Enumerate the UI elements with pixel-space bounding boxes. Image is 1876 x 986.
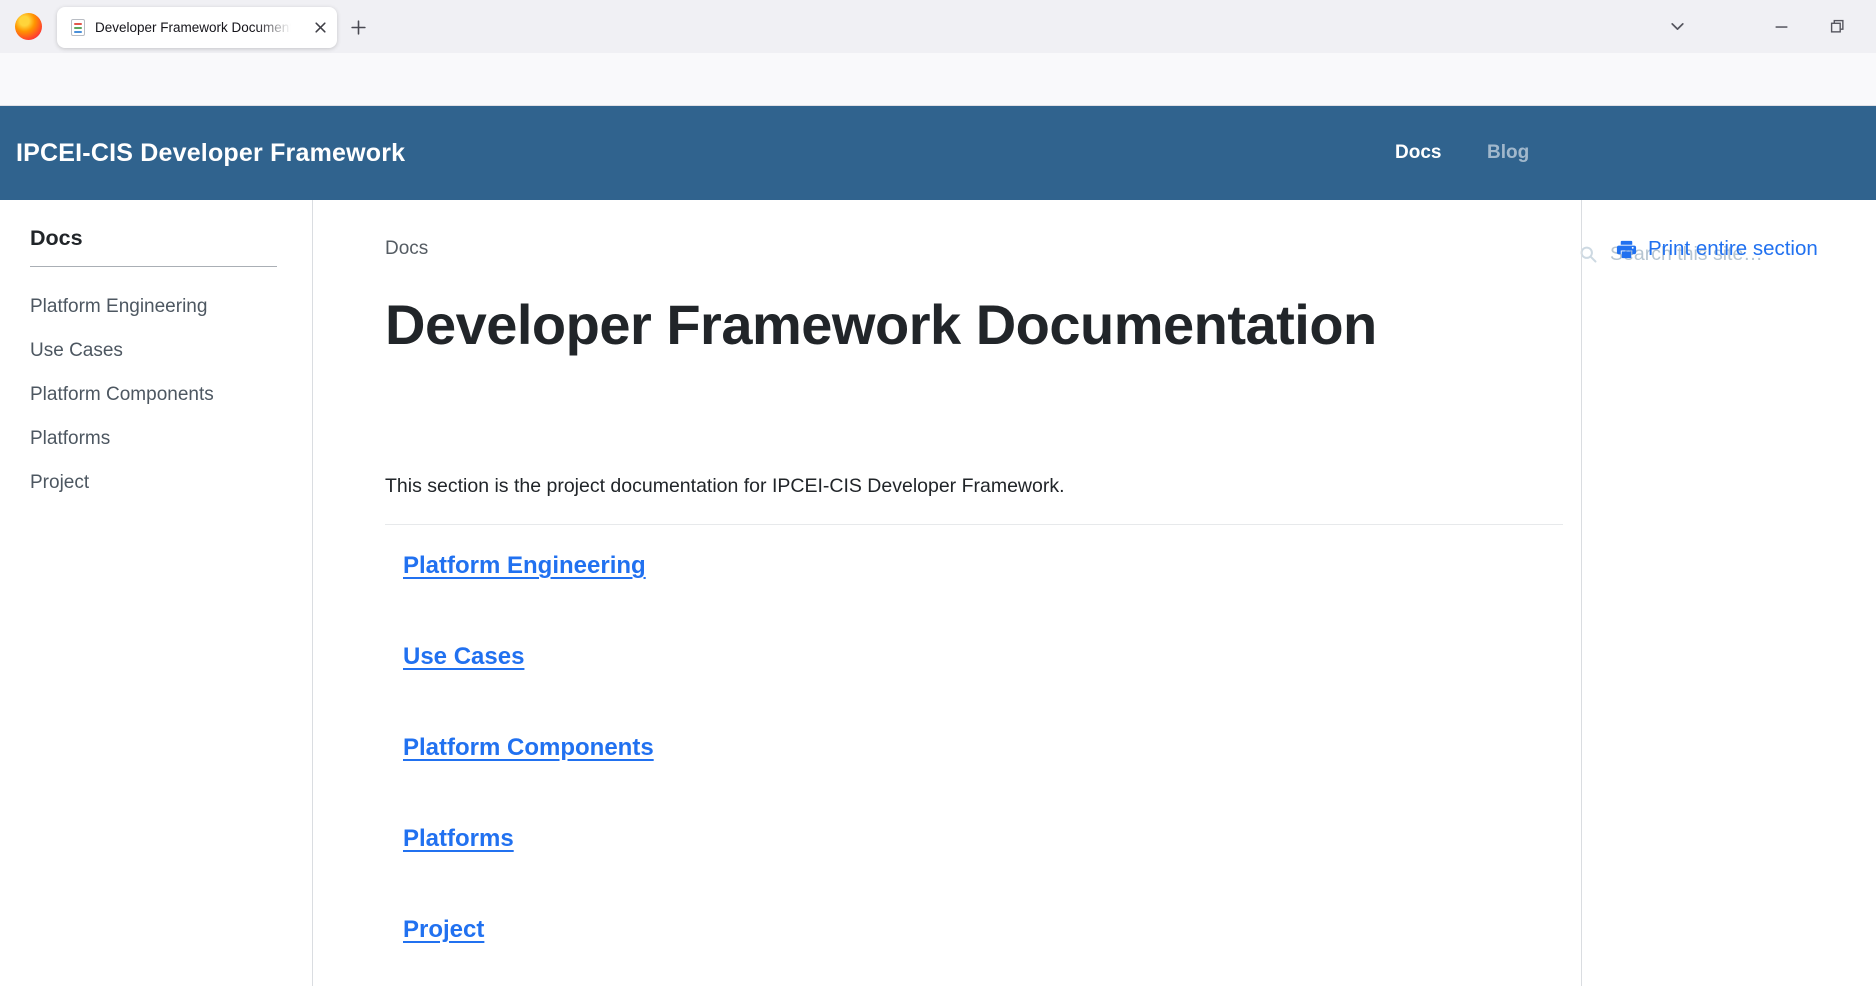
- firefox-logo-icon[interactable]: [15, 13, 42, 40]
- section-link-platform-engineering[interactable]: Platform Engineering: [403, 552, 646, 580]
- sidebar-item-project[interactable]: Project: [30, 461, 214, 505]
- intro-paragraph: This section is the project documentatio…: [385, 475, 1065, 498]
- site-brand[interactable]: IPCEI-CIS Developer Framework: [16, 106, 405, 200]
- page-favicon-icon: [71, 19, 85, 36]
- nav-link-blog[interactable]: Blog: [1487, 106, 1529, 200]
- window-restore-button[interactable]: [1820, 10, 1854, 42]
- section-link-project[interactable]: Project: [403, 916, 484, 944]
- site-navbar: IPCEI-CIS Developer Framework Docs Blog: [0, 106, 1876, 200]
- right-column-divider: [1581, 200, 1582, 986]
- list-tabs-chevron-icon[interactable]: [1660, 10, 1694, 42]
- print-entire-section-label: Print entire section: [1648, 237, 1818, 261]
- section-link-platforms[interactable]: Platforms: [403, 825, 514, 853]
- printer-icon: [1615, 238, 1638, 261]
- page-title: Developer Framework Documentation: [385, 287, 1385, 362]
- tab-title: Developer Framework Documentation: [95, 20, 291, 35]
- tab-strip: Developer Framework Documentation: [0, 0, 1876, 53]
- section-link-platform-components[interactable]: Platform Components: [403, 734, 654, 762]
- section-link-use-cases[interactable]: Use Cases: [403, 643, 524, 671]
- sidebar-item-platform-components[interactable]: Platform Components: [30, 373, 214, 417]
- browser-tab[interactable]: Developer Framework Documentation: [57, 7, 337, 48]
- tab-close-icon[interactable]: [314, 21, 327, 34]
- sidebar-item-platforms[interactable]: Platforms: [30, 417, 214, 461]
- sidebar-item-platform-engineering[interactable]: Platform Engineering: [30, 285, 214, 329]
- sidebar-heading[interactable]: Docs: [30, 226, 83, 251]
- sidebar-item-use-cases[interactable]: Use Cases: [30, 329, 214, 373]
- window-minimize-button[interactable]: [1764, 10, 1798, 42]
- nav-link-docs[interactable]: Docs: [1395, 106, 1441, 200]
- print-entire-section-link[interactable]: Print entire section: [1615, 237, 1818, 261]
- browser-window: Developer Framework Documentation: [0, 0, 1876, 986]
- new-tab-button[interactable]: [344, 13, 372, 41]
- browser-toolbar: localhost:1313/docs/ 117% Z: [0, 53, 1876, 106]
- breadcrumb[interactable]: Docs: [385, 238, 428, 260]
- content-divider: [385, 524, 1563, 525]
- section-link-list: Platform Engineering Use Cases Platform …: [403, 552, 654, 986]
- sidebar-nav: Platform Engineering Use Cases Platform …: [30, 285, 214, 505]
- sidebar-divider: [30, 266, 277, 267]
